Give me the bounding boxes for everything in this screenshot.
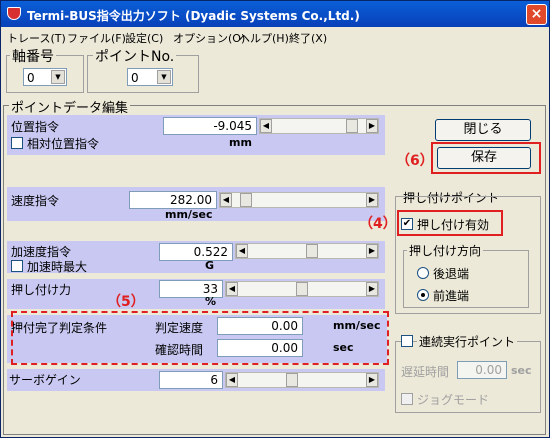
menu-file[interactable]: ファイル(F) xyxy=(67,30,126,46)
speed-panel: 速度指令 282.00 ◀ ▶ mm/sec xyxy=(7,187,385,221)
arrow-right-icon[interactable]: ▶ xyxy=(366,373,378,387)
speed-scrollbar[interactable]: ◀ ▶ xyxy=(219,192,379,208)
annotation-5: （5） xyxy=(107,294,145,310)
servo-gain-label: サーボゲイン xyxy=(9,373,81,387)
servo-gain-panel: サーボゲイン 6 ◀ ▶ xyxy=(7,369,385,391)
save-highlight xyxy=(431,142,541,174)
menu-options[interactable]: オプション(O) xyxy=(173,30,245,46)
menu-trace[interactable]: トレース(T) xyxy=(7,30,66,46)
scroll-thumb[interactable] xyxy=(346,119,358,133)
chevron-down-icon[interactable]: ▼ xyxy=(157,70,171,84)
menu-settings[interactable]: 設定(C) xyxy=(125,30,163,46)
menu-bar: トレース(T) ファイル(F) 設定(C) オプション(O) ヘルプ(H) 終了… xyxy=(1,27,549,47)
accel-unit: G xyxy=(205,259,215,272)
arrow-left-icon[interactable]: ◀ xyxy=(260,119,272,133)
jog-mode-checkbox[interactable] xyxy=(401,393,413,405)
scroll-thumb[interactable] xyxy=(296,282,308,296)
direction-forward-radio[interactable] xyxy=(417,289,429,301)
scroll-thumb[interactable] xyxy=(306,244,318,258)
delay-field[interactable]: 0.00 xyxy=(457,361,507,379)
delay-unit: sec xyxy=(511,364,532,377)
point-editor-title: ポイントデータ編集 xyxy=(9,97,131,116)
accel-scrollbar[interactable]: ◀ ▶ xyxy=(235,243,379,259)
annotation-6: （6） xyxy=(396,153,434,169)
point-label: ポイントNo. xyxy=(93,46,177,66)
position-panel: 位置指令 -9.045 ◀ ▶ 相対位置指令 mm xyxy=(7,115,385,155)
arrow-right-icon[interactable]: ▶ xyxy=(366,119,378,133)
app-icon xyxy=(7,7,21,20)
relative-position-checkbox[interactable] xyxy=(11,137,23,149)
title-bar: Termi-BUS指令出力ソフト (Dyadic Systems Co.,Ltd… xyxy=(1,1,549,27)
point-select[interactable]: 0 ▼ xyxy=(127,68,173,86)
push-done-highlight xyxy=(11,311,389,365)
radio-dot-icon xyxy=(421,293,425,297)
continuous-checkbox[interactable] xyxy=(401,335,413,347)
close-window-button[interactable]: × xyxy=(526,4,547,25)
scroll-thumb[interactable] xyxy=(286,373,298,387)
speed-label: 速度指令 xyxy=(11,194,60,208)
accel-field[interactable]: 0.522 xyxy=(159,243,233,261)
arrow-left-icon[interactable]: ◀ xyxy=(220,193,232,207)
app-window: Termi-BUS指令出力ソフト (Dyadic Systems Co.,Ltd… xyxy=(0,0,550,438)
direction-back-label: 後退端 xyxy=(433,267,470,281)
push-enable-highlight xyxy=(397,210,503,236)
push-force-panel: 押し付け力 33 ◀ ▶ % xyxy=(7,279,385,309)
menu-exit[interactable]: 終了(X) xyxy=(289,30,327,46)
menu-help[interactable]: ヘルプ(H) xyxy=(239,30,289,46)
direction-title: 押し付け方向 xyxy=(407,242,484,259)
push-force-scrollbar[interactable]: ◀ ▶ xyxy=(225,281,379,297)
chevron-down-icon[interactable]: ▼ xyxy=(51,70,65,84)
close-button[interactable]: 閉じる xyxy=(435,119,531,141)
axis-value: 0 xyxy=(27,71,35,85)
point-value: 0 xyxy=(131,71,139,85)
window-title: Termi-BUS指令出力ソフト (Dyadic Systems Co.,Ltd… xyxy=(27,9,360,23)
point-editor-area: ポイントデータ編集 位置指令 -9.045 ◀ ▶ 相対位置指令 mm 速度指令 … xyxy=(1,97,549,437)
push-force-unit: % xyxy=(205,295,217,308)
arrow-right-icon[interactable]: ▶ xyxy=(366,193,378,207)
arrow-right-icon[interactable]: ▶ xyxy=(366,282,378,296)
axis-label: 軸番号 xyxy=(10,46,56,66)
arrow-left-icon[interactable]: ◀ xyxy=(226,282,238,296)
servo-gain-field[interactable]: 6 xyxy=(159,371,223,389)
position-scrollbar[interactable]: ◀ ▶ xyxy=(259,118,379,134)
speed-unit: mm/sec xyxy=(165,208,213,221)
position-label: 位置指令 xyxy=(11,120,60,134)
jog-mode-label: ジョグモード xyxy=(417,393,490,407)
accel-max-label: 加速時最大 xyxy=(27,260,88,274)
arrow-right-icon[interactable]: ▶ xyxy=(366,244,378,258)
arrow-left-icon[interactable]: ◀ xyxy=(226,373,238,387)
position-field[interactable]: -9.045 xyxy=(163,117,257,135)
arrow-left-icon[interactable]: ◀ xyxy=(236,244,248,258)
position-unit: mm xyxy=(229,136,252,149)
axis-select[interactable]: 0 ▼ xyxy=(23,68,67,86)
relative-position-label: 相対位置指令 xyxy=(27,137,100,151)
speed-field[interactable]: 282.00 xyxy=(129,191,217,209)
scroll-thumb[interactable] xyxy=(240,193,252,207)
direction-back-radio[interactable] xyxy=(417,267,429,279)
direction-forward-label: 前進端 xyxy=(433,289,470,303)
annotation-4: （4） xyxy=(359,216,397,232)
continuous-label: 連続実行ポイント xyxy=(417,333,518,350)
push-force-label: 押し付け力 xyxy=(11,283,72,297)
servo-gain-scrollbar[interactable]: ◀ ▶ xyxy=(225,372,379,388)
selector-area: 軸番号 0 ▼ ポイントNo. 0 ▼ xyxy=(1,46,549,97)
delay-label: 遅延時間 xyxy=(401,365,450,379)
accel-panel: 加速度指令 0.522 ◀ ▶ 加速時最大 G xyxy=(7,241,385,274)
accel-max-checkbox[interactable] xyxy=(11,260,23,272)
